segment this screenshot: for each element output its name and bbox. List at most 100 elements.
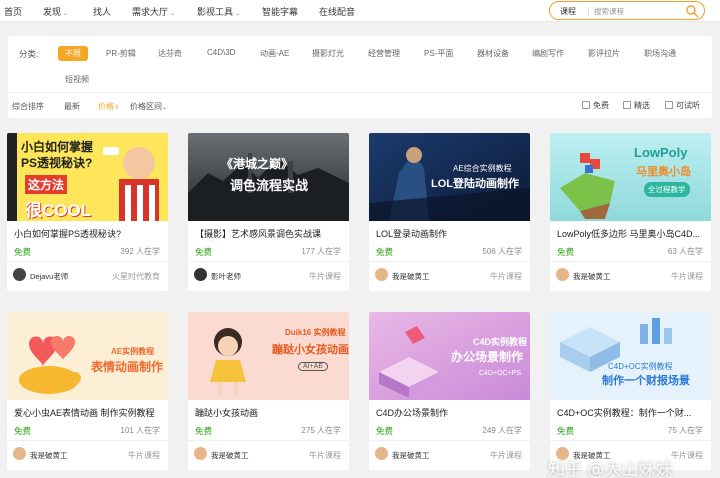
teacher-name[interactable]: Dejavu老师 — [30, 271, 68, 282]
avatar[interactable] — [556, 268, 569, 281]
course-title[interactable]: LowPoly低多边形 马里奥小岛C4D... — [557, 227, 707, 240]
course-thumbnail[interactable]: AE实例教程 表情动画制作 — [7, 312, 168, 400]
tag-film-review[interactable]: 影评拉片 — [588, 48, 620, 59]
teacher-name[interactable]: 我是破黄工 — [392, 271, 430, 282]
teacher-name[interactable]: 我是破黄工 — [30, 450, 68, 461]
learner-count: 75 人在学 — [667, 426, 703, 435]
institution-name[interactable]: 牛片课程 — [671, 271, 703, 282]
card-divider — [188, 440, 349, 441]
learner-count: 249 人在学 — [482, 426, 522, 435]
course-card[interactable]: C4D+OC实例教程 制作一个财报场景 C4D+OC实例教程：制作一个财... … — [550, 312, 711, 470]
course-title[interactable]: 小白如何掌握PS透视秘诀? — [14, 227, 164, 240]
nav-video-tools[interactable]: 影视工具 ⌄ — [197, 5, 240, 18]
sort-newest[interactable]: 最新 — [64, 101, 80, 112]
course-title[interactable]: LOL登录动画制作 — [376, 227, 526, 240]
tag-c4d[interactable]: C4D\3D — [207, 48, 235, 57]
course-card[interactable]: LowPoly 马里奥小岛 全过程教学 LowPoly低多边形 马里奥小岛C4D… — [550, 133, 711, 291]
thumb-text: 全过程教学 — [644, 182, 690, 197]
tag-ae[interactable]: 动画-AE — [260, 48, 289, 59]
thumb-text: AE实例教程 — [111, 347, 155, 356]
avatar[interactable] — [194, 268, 207, 281]
avatar[interactable] — [375, 268, 388, 281]
institution-name[interactable]: 牛片课程 — [490, 450, 522, 461]
course-card[interactable]: AE综合实例教程 LOL登陆动画制作 LOL登录动画制作 免费 506 人在学 … — [369, 133, 530, 291]
tag-management[interactable]: 经营管理 — [368, 48, 400, 59]
avatar[interactable] — [194, 447, 207, 460]
card-divider — [7, 440, 168, 441]
course-title[interactable]: 爱心小虫AE表情动画 制作实例教程 — [14, 406, 164, 419]
course-title[interactable]: C4D办公场景制作 — [376, 406, 526, 419]
thumb-text: PS透视秘诀? — [21, 156, 93, 170]
teacher-name[interactable]: 我是破黄工 — [392, 450, 430, 461]
card-divider — [188, 261, 349, 262]
thumb-text: C4D实例教程 — [473, 337, 528, 347]
nav-home-label: 首页 — [4, 7, 23, 17]
tag-workplace[interactable]: 职场沟通 — [644, 48, 676, 59]
course-thumbnail[interactable]: 《港城之巅》 调色流程实战 — [188, 133, 349, 221]
avatar[interactable] — [375, 447, 388, 460]
course-thumbnail[interactable]: C4D实例教程 办公场景制作 C4D+OC+PS — [369, 312, 530, 400]
course-card[interactable]: C4D实例教程 办公场景制作 C4D+OC+PS C4D办公场景制作 免费 24… — [369, 312, 530, 470]
nav-discover[interactable]: 发现 ⌄ — [43, 5, 68, 18]
nav-demand-hall[interactable]: 需求大厅 ⌄ — [132, 5, 175, 18]
thumb-text: 马里奥小岛 — [636, 166, 691, 178]
institution-name[interactable]: 牛片课程 — [128, 450, 160, 461]
institution-name[interactable]: 牛片课程 — [671, 450, 703, 461]
avatar[interactable] — [13, 268, 26, 281]
checkbox-free[interactable]: 免费 — [582, 100, 609, 111]
institution-name[interactable]: 火星时代教育 — [112, 271, 160, 282]
search-icon[interactable] — [685, 4, 699, 18]
thumb-text: C4D+OC+PS — [479, 370, 522, 377]
sort-newest-label: 最新 — [64, 102, 80, 111]
course-card[interactable]: 小白如何掌握 PS透视秘诀? 这方法 很COOL 小白如何掌握PS透视秘诀? 免… — [7, 133, 168, 291]
tag-pr[interactable]: PR-剪辑 — [106, 48, 136, 59]
course-title[interactable]: 蹦跶小女孩动画 — [195, 406, 345, 419]
nav-find-people[interactable]: 找人 — [93, 5, 111, 18]
checkbox-icon — [665, 101, 673, 109]
tag-equipment[interactable]: 器材设备 — [477, 48, 509, 59]
sort-price-range[interactable]: 价格区间⌄ — [130, 101, 167, 112]
nav-online-dubbing[interactable]: 在线配音 — [319, 5, 355, 18]
checkbox-trial[interactable]: 可试听 — [665, 100, 700, 111]
institution-name[interactable]: 牛片课程 — [309, 450, 341, 461]
tag-davinci[interactable]: 达芬奇 — [158, 48, 182, 59]
course-thumbnail[interactable]: LowPoly 马里奥小岛 全过程教学 — [550, 133, 711, 221]
search-input[interactable]: 搜索课程 — [594, 6, 624, 17]
teacher-name[interactable]: 我是破黄工 — [211, 450, 249, 461]
teacher-name[interactable]: 我是破黄工 — [573, 271, 611, 282]
course-title[interactable]: C4D+OC实例教程：制作一个财... — [557, 406, 707, 419]
learner-count: 392 人在学 — [120, 247, 160, 256]
nav-smart-subtitles[interactable]: 智能字幕 — [262, 5, 298, 18]
nav-find-people-label: 找人 — [93, 7, 112, 17]
tag-writing[interactable]: 编剧写作 — [532, 48, 564, 59]
course-thumbnail[interactable]: C4D+OC实例教程 制作一个财报场景 — [550, 312, 711, 400]
sort-comprehensive-label: 综合排序 — [12, 102, 44, 111]
course-card[interactable]: Duik16 实例教程 蹦跶小女孩动画 AI+AE 蹦跶小女孩动画 免费 275… — [188, 312, 349, 470]
course-card[interactable]: 《港城之巅》 调色流程实战 【摄影】艺术感风景调色实战课 免费 177 人在学 … — [188, 133, 349, 291]
chevron-down-icon: ⌄ — [235, 11, 241, 17]
sort-price-range-label: 价格区间 — [130, 102, 162, 111]
course-thumbnail[interactable]: 小白如何掌握 PS透视秘诀? 这方法 很COOL — [7, 133, 168, 221]
tag-ps[interactable]: PS-平面 — [424, 48, 453, 59]
checkbox-featured[interactable]: 精选 — [623, 100, 650, 111]
search-box[interactable]: 课程 搜索课程 — [549, 1, 705, 20]
teacher-name[interactable]: 影叶老师 — [211, 271, 241, 282]
tag-photography[interactable]: 摄影灯光 — [312, 48, 344, 59]
tag-all[interactable]: 不限 — [58, 46, 88, 61]
nav-home[interactable]: 首页 — [4, 5, 22, 18]
price-label: 免费 — [376, 247, 394, 257]
course-thumbnail[interactable]: Duik16 实例教程 蹦跶小女孩动画 AI+AE — [188, 312, 349, 400]
avatar[interactable] — [13, 447, 26, 460]
course-thumbnail[interactable]: AE综合实例教程 LOL登陆动画制作 — [369, 133, 530, 221]
tag-short-video[interactable]: 短视频 — [65, 74, 89, 85]
price-label: 免费 — [376, 426, 394, 436]
course-card[interactable]: AE实例教程 表情动画制作 爱心小虫AE表情动画 制作实例教程 免费 101 人… — [7, 312, 168, 470]
card-divider — [369, 261, 530, 262]
search-category[interactable]: 课程 — [560, 6, 576, 17]
institution-name[interactable]: 牛片课程 — [490, 271, 522, 282]
sort-comprehensive[interactable]: 综合排序 — [12, 101, 44, 112]
sort-price[interactable]: 价格⇕ — [98, 101, 119, 112]
institution-name[interactable]: 牛片课程 — [309, 271, 341, 282]
course-title[interactable]: 【摄影】艺术感风景调色实战课 — [195, 227, 345, 240]
price-label: 免费 — [14, 426, 32, 436]
